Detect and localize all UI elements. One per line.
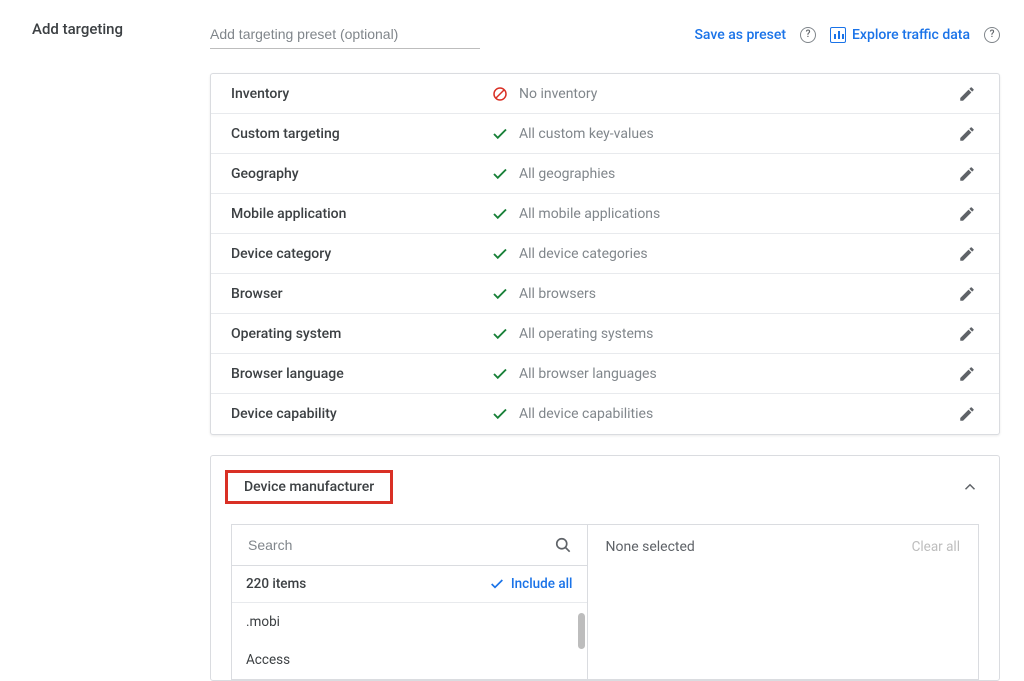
edit-icon[interactable]	[955, 162, 979, 186]
device-manufacturer-panel: Device manufacturer 220 items	[210, 455, 1000, 681]
row-label: Custom targeting	[231, 126, 491, 142]
preset-input[interactable]	[210, 20, 480, 49]
targeting-row: Browser language All browser languages	[211, 354, 999, 394]
row-status: No inventory	[491, 85, 955, 103]
targeting-row: Custom targeting All custom key-values	[211, 114, 999, 154]
chart-icon	[830, 27, 846, 43]
row-label: Geography	[231, 166, 491, 182]
top-controls: Save as preset ? Explore traffic data ?	[210, 20, 1000, 49]
expanded-title: Device manufacturer	[244, 479, 374, 495]
clear-all-link[interactable]: Clear all	[912, 539, 960, 555]
row-status: All geographies	[491, 165, 955, 183]
row-label: Inventory	[231, 86, 491, 102]
none-selected-text: None selected	[606, 539, 695, 555]
row-label: Device category	[231, 246, 491, 262]
row-status-text: No inventory	[519, 86, 597, 102]
row-status: All browser languages	[491, 365, 955, 383]
row-status-text: All operating systems	[519, 326, 653, 342]
help-icon-save-preset[interactable]: ?	[800, 27, 816, 43]
explore-traffic-link[interactable]: Explore traffic data	[830, 27, 970, 43]
edit-icon[interactable]	[955, 362, 979, 386]
edit-icon[interactable]	[955, 322, 979, 346]
row-status-text: All geographies	[519, 166, 615, 182]
list-item[interactable]: Access	[232, 641, 587, 679]
row-status: All device capabilities	[491, 405, 955, 423]
row-status: All mobile applications	[491, 205, 955, 223]
edit-icon[interactable]	[955, 202, 979, 226]
targeting-row: Device capability All device capabilities	[211, 394, 999, 434]
row-status-text: All custom key-values	[519, 126, 654, 142]
row-status: All operating systems	[491, 325, 955, 343]
edit-icon[interactable]	[955, 402, 979, 426]
check-icon	[491, 365, 509, 383]
edit-icon[interactable]	[955, 242, 979, 266]
picker-available: 220 items Include all .mobiAccess	[232, 525, 588, 679]
save-preset-link[interactable]: Save as preset	[694, 27, 786, 43]
scrollbar[interactable]	[578, 613, 585, 649]
highlight-annotation: Device manufacturer	[225, 470, 393, 504]
targeting-row: Geography All geographies	[211, 154, 999, 194]
row-status-text: All browsers	[519, 286, 596, 302]
edit-icon[interactable]	[955, 82, 979, 106]
row-label: Browser language	[231, 366, 491, 382]
check-icon	[491, 405, 509, 423]
check-icon	[491, 245, 509, 263]
targeting-row: Browser All browsers	[211, 274, 999, 314]
no-entry-icon	[491, 85, 509, 103]
include-all-link[interactable]: Include all	[489, 576, 573, 592]
list-item[interactable]: .mobi	[232, 603, 587, 641]
row-label: Operating system	[231, 326, 491, 342]
targeting-summary-card: Inventory No inventory Custom targeting All…	[210, 73, 1000, 435]
page-title: Add targeting	[32, 20, 210, 38]
check-icon	[491, 125, 509, 143]
check-icon	[491, 165, 509, 183]
chevron-up-icon[interactable]	[961, 478, 979, 496]
row-status: All device categories	[491, 245, 955, 263]
targeting-row: Device category All device categories	[211, 234, 999, 274]
row-label: Mobile application	[231, 206, 491, 222]
help-icon-explore[interactable]: ?	[984, 27, 1000, 43]
targeting-row: Operating system All operating systems	[211, 314, 999, 354]
row-status-text: All mobile applications	[519, 206, 660, 222]
check-icon	[491, 205, 509, 223]
check-icon	[489, 576, 505, 592]
search-icon[interactable]	[553, 535, 573, 555]
search-input[interactable]	[246, 536, 553, 554]
explore-traffic-label: Explore traffic data	[852, 27, 970, 43]
row-status: All browsers	[491, 285, 955, 303]
edit-icon[interactable]	[955, 282, 979, 306]
row-status-text: All device categories	[519, 246, 648, 262]
item-count: 220 items	[246, 576, 306, 592]
picker-selected: None selected Clear all	[588, 525, 979, 679]
targeting-row: Inventory No inventory	[211, 74, 999, 114]
edit-icon[interactable]	[955, 122, 979, 146]
check-icon	[491, 285, 509, 303]
check-icon	[491, 325, 509, 343]
row-label: Device capability	[231, 406, 491, 422]
row-label: Browser	[231, 286, 491, 302]
include-all-label: Include all	[511, 576, 573, 592]
targeting-row: Mobile application All mobile application…	[211, 194, 999, 234]
row-status-text: All device capabilities	[519, 406, 653, 422]
row-status-text: All browser languages	[519, 366, 657, 382]
row-status: All custom key-values	[491, 125, 955, 143]
